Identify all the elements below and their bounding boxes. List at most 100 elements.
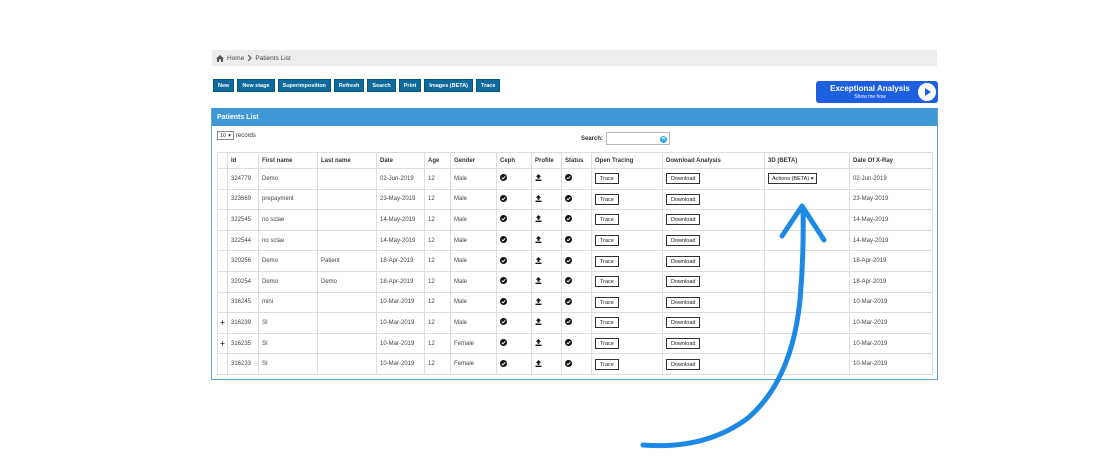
actions-beta-button[interactable]: Actions (BETA) ▾ (768, 173, 818, 185)
trace-button[interactable]: Trace (595, 338, 619, 350)
clear-search-icon[interactable]: ✕ (660, 135, 668, 143)
col-gender[interactable]: Gender (450, 152, 497, 169)
expand-row-icon[interactable] (217, 209, 228, 231)
expand-row-icon[interactable] (217, 188, 228, 211)
cell-status (561, 332, 592, 355)
check-circle-icon[interactable] (500, 277, 507, 286)
upload-icon[interactable] (535, 256, 542, 266)
col-profile[interactable]: Profile (531, 152, 562, 169)
trace-button[interactable]: Trace (595, 296, 619, 308)
table-row[interactable]: 316245 mini 10-Mar-2019 12 Male Trace Do… (217, 291, 933, 314)
expand-row-icon[interactable] (217, 168, 228, 190)
col-id[interactable]: Id (227, 152, 259, 169)
expand-row-icon[interactable] (217, 250, 228, 272)
download-button[interactable]: Download (666, 276, 701, 288)
table-row[interactable]: 322545 no sclae 14-May-2019 12 Male Trac… (217, 209, 933, 231)
download-button[interactable]: Download (666, 296, 701, 308)
play-icon[interactable] (918, 83, 936, 101)
trace-toolbar-button[interactable]: Trace (476, 79, 501, 92)
cell-date-of-xray: 18-Apr-2019 (849, 270, 933, 293)
trace-button[interactable]: Trace (595, 235, 619, 247)
check-circle-icon[interactable] (500, 174, 507, 183)
cell-last-name: Demo (317, 270, 377, 293)
trace-button[interactable]: Trace (595, 173, 619, 185)
download-button[interactable]: Download (666, 255, 701, 267)
trace-button[interactable]: Trace (595, 358, 619, 370)
upload-icon[interactable] (535, 174, 542, 183)
cell-ceph (496, 291, 532, 314)
download-button[interactable]: Download (666, 317, 701, 329)
trace-button[interactable]: Trace (595, 193, 619, 205)
check-circle-icon[interactable] (500, 236, 507, 245)
page-length-select[interactable]: 10 ▾ (217, 131, 234, 140)
upload-icon[interactable] (535, 318, 542, 327)
download-button[interactable]: Download (666, 235, 701, 247)
trace-button[interactable]: Trace (595, 255, 619, 267)
trace-button[interactable]: Trace (595, 276, 619, 288)
cell-first-name: no sclae (258, 229, 318, 252)
check-circle-icon[interactable] (500, 194, 507, 204)
print-button[interactable]: Print (398, 79, 422, 92)
check-circle-icon[interactable] (500, 297, 507, 307)
expand-row-icon[interactable] (217, 270, 228, 293)
breadcrumb-home[interactable]: Home (227, 55, 244, 62)
search-button[interactable]: Search (367, 79, 396, 92)
download-button[interactable]: Download (666, 193, 701, 205)
table-row[interactable]: 324779 Demo 02-Jun-2019 12 Male Trace Do… (217, 168, 933, 190)
download-button[interactable]: Download (666, 214, 701, 226)
exceptional-analysis-banner[interactable]: Exceptional Analysis Show me how (816, 81, 938, 103)
search-input[interactable]: ✕ (606, 132, 671, 145)
download-button[interactable]: Download (666, 173, 701, 185)
col-3d-beta[interactable]: 3D (BETA) (764, 152, 850, 169)
upload-icon[interactable] (535, 277, 542, 286)
cell-profile (531, 312, 562, 334)
table-row[interactable]: + 316235 SI 10-Mar-2019 12 Female Trace … (217, 332, 933, 355)
col-date-of-xray[interactable]: Date Of X-Ray (849, 152, 933, 169)
download-button[interactable]: Download (666, 358, 701, 370)
col-last-name[interactable]: Last name (317, 152, 377, 169)
check-circle-icon[interactable] (500, 359, 507, 369)
col-open-tracing[interactable]: Open Tracing (591, 152, 663, 169)
cell-date-of-xray: 10-Mar-2019 (849, 291, 933, 314)
expand-row-icon[interactable]: + (217, 332, 228, 355)
expand-row-icon[interactable] (217, 291, 228, 314)
check-circle-icon[interactable] (500, 215, 507, 224)
download-button[interactable]: Download (666, 338, 701, 350)
table-row[interactable]: 316233 SI 10-Mar-2019 12 Female Trace Do… (217, 353, 933, 375)
images-beta-button[interactable]: Images (BETA) (424, 79, 474, 92)
home-icon[interactable] (216, 54, 224, 62)
table-row[interactable]: 322544 no sclae 14-May-2019 12 Male Trac… (217, 229, 933, 252)
check-circle-icon (565, 359, 572, 369)
col-first-name[interactable]: First name (258, 152, 318, 169)
table-row[interactable]: 323669 prepayment 23-May-2019 12 Male Tr… (217, 188, 933, 211)
upload-icon[interactable] (535, 339, 542, 348)
col-date[interactable]: Date (376, 152, 425, 169)
upload-icon[interactable] (535, 215, 542, 224)
table-row[interactable]: 320256 Demo Patient 18-Apr-2019 12 Male … (217, 250, 933, 272)
new-button[interactable]: New (213, 79, 235, 92)
table-row[interactable]: + 316239 SI 10-Mar-2019 12 Male Trace Do… (217, 312, 933, 334)
col-status[interactable]: Status (561, 152, 592, 169)
check-circle-icon[interactable] (500, 339, 507, 348)
trace-button[interactable]: Trace (595, 214, 619, 226)
check-circle-icon[interactable] (500, 256, 507, 266)
new-stage-button[interactable]: New stage (237, 79, 275, 92)
table-row[interactable]: 320254 Demo Demo 18-Apr-2019 12 Male Tra… (217, 270, 933, 293)
check-circle-icon[interactable] (500, 318, 507, 327)
expand-row-icon[interactable] (217, 229, 228, 252)
col-age[interactable]: Age (424, 152, 451, 169)
upload-icon[interactable] (535, 236, 542, 245)
trace-button[interactable]: Trace (595, 317, 619, 329)
superimposition-button[interactable]: Superimposition (277, 79, 331, 92)
expand-row-icon[interactable] (217, 353, 228, 375)
refresh-button[interactable]: Refresh (333, 79, 365, 92)
cell-age: 12 (424, 312, 451, 334)
col-download-analysis[interactable]: Download Analysis (662, 152, 765, 169)
expand-row-icon[interactable]: + (217, 312, 228, 334)
upload-icon[interactable] (535, 297, 542, 307)
cell-ceph (496, 250, 532, 272)
upload-icon[interactable] (535, 194, 542, 204)
upload-icon[interactable] (535, 359, 542, 369)
breadcrumb-current: Patients List (255, 54, 291, 62)
col-ceph[interactable]: Ceph (496, 152, 532, 169)
